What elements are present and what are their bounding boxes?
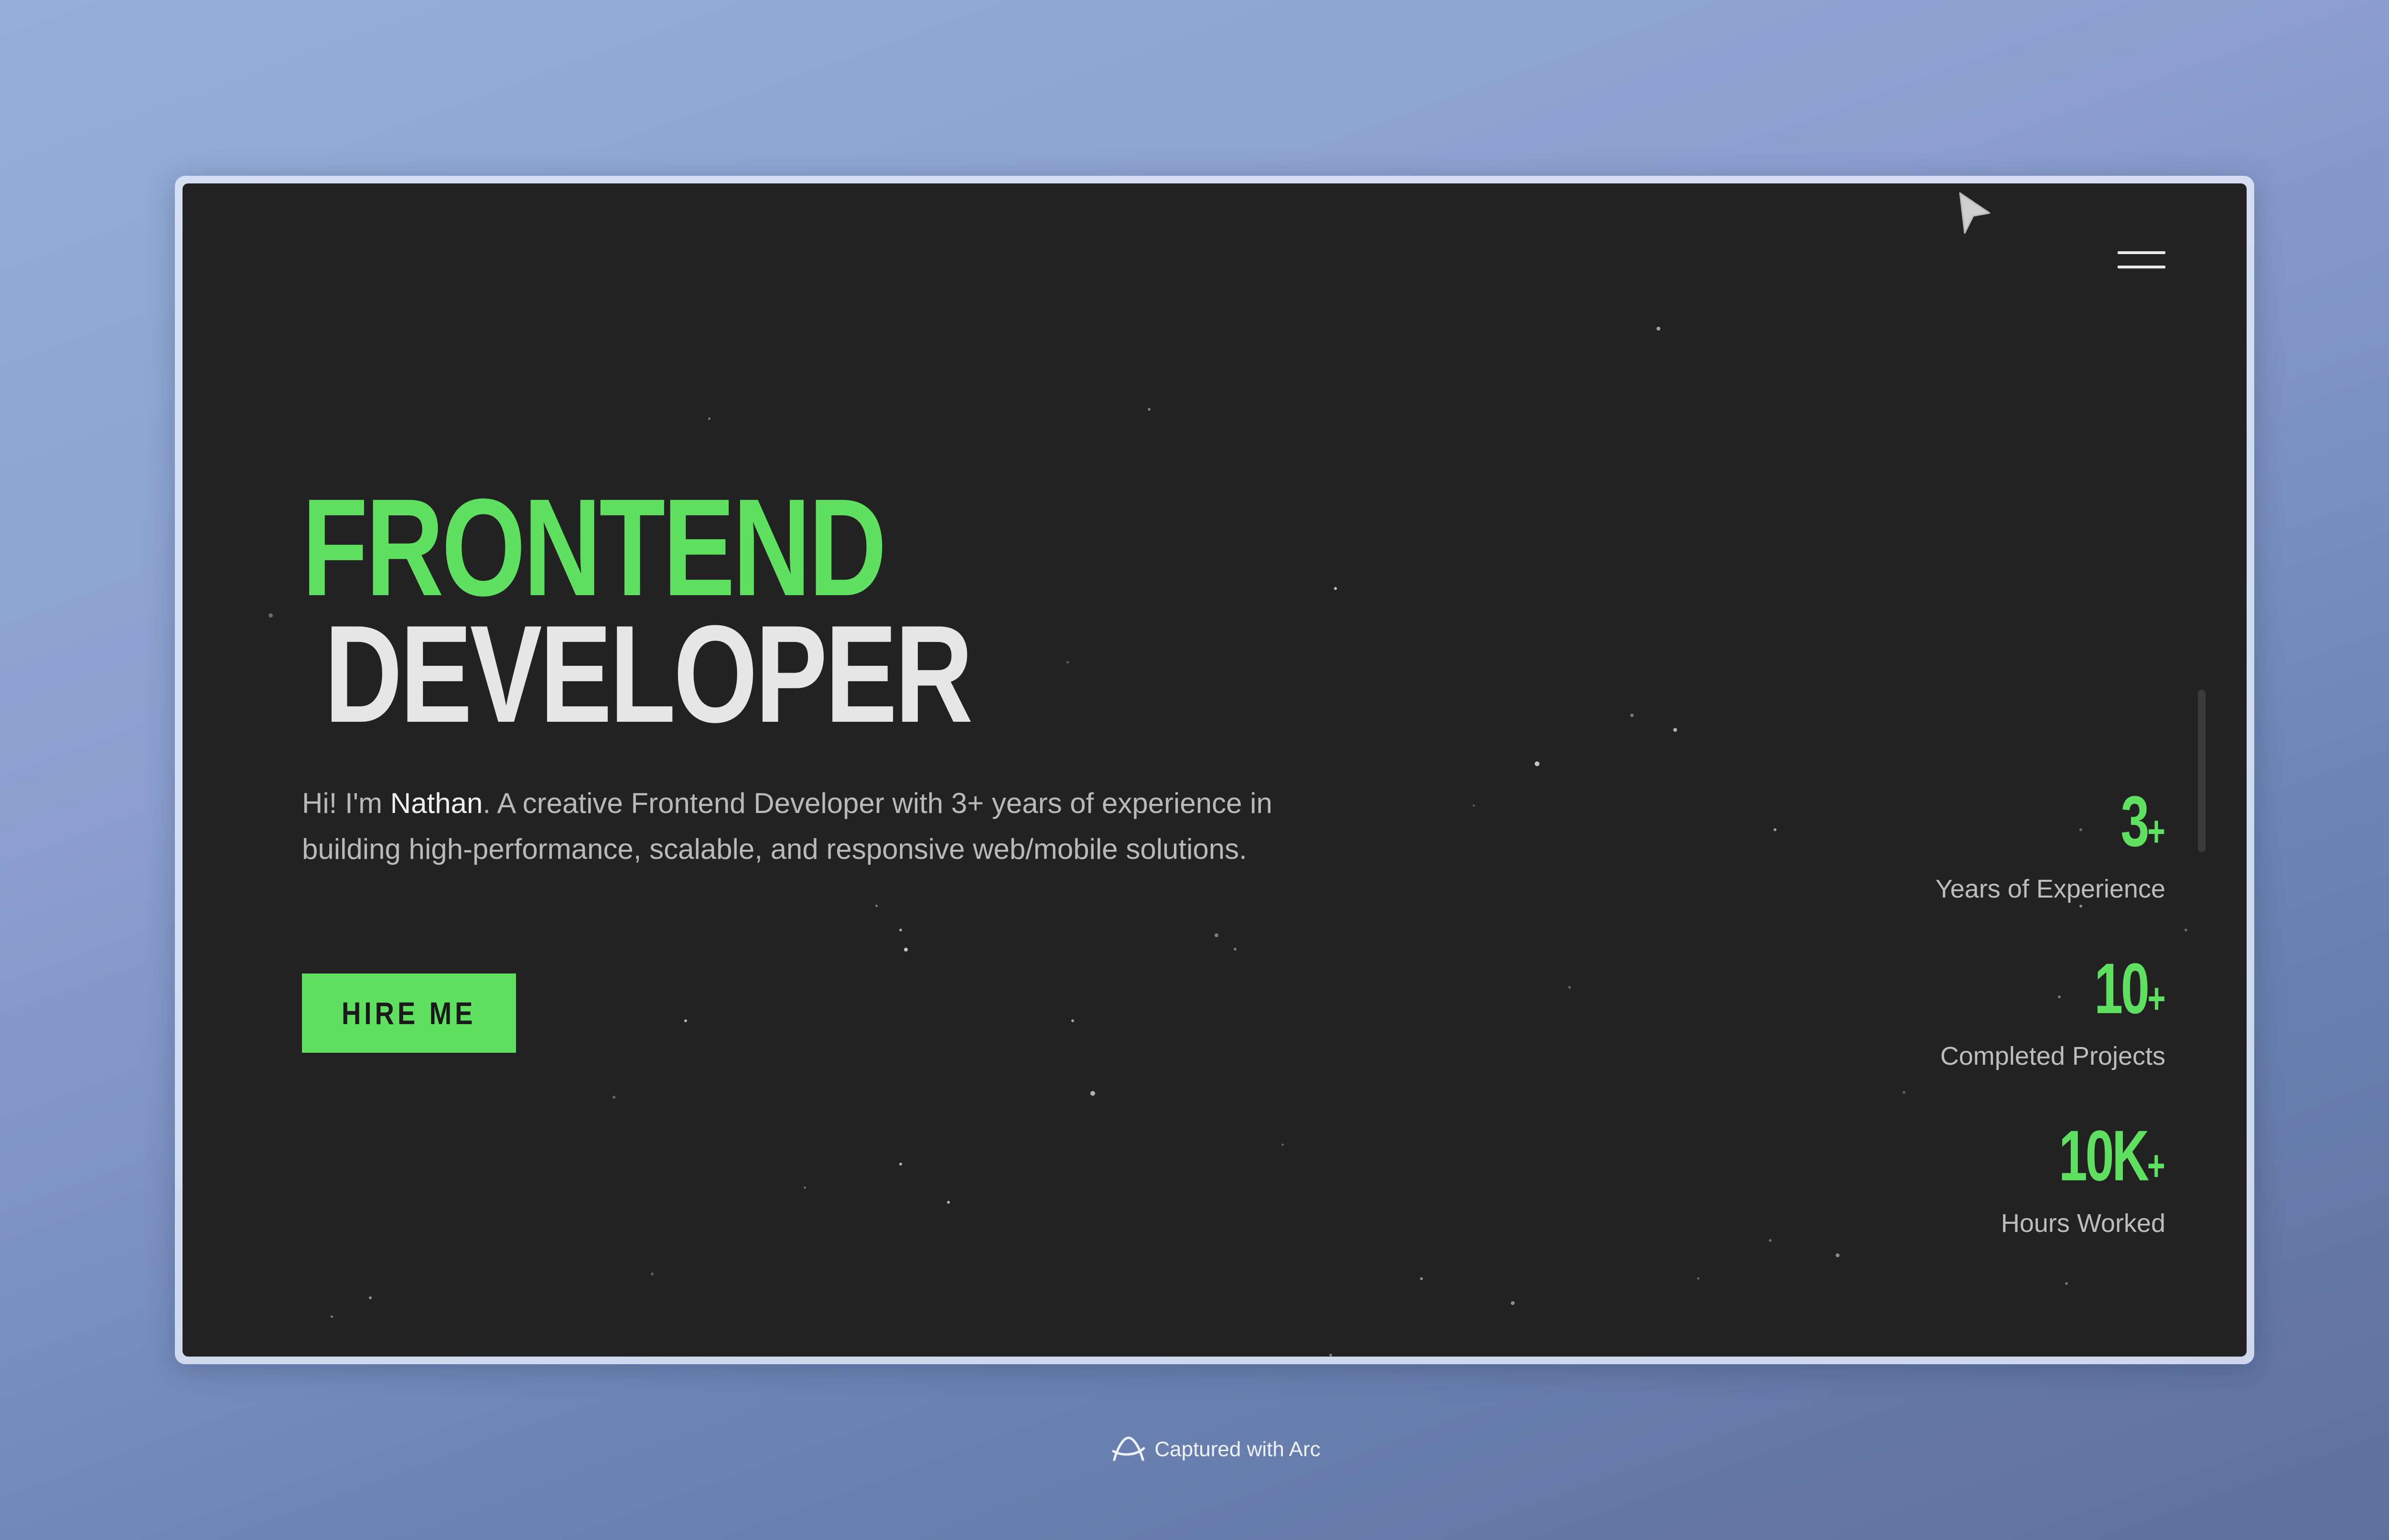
star-particle xyxy=(1630,714,1634,717)
hero-title-line-frontend: FRONTEND xyxy=(302,470,887,625)
star-particle xyxy=(1234,948,1237,951)
star-particle xyxy=(651,1273,654,1275)
star-particle xyxy=(899,1163,902,1166)
hamburger-menu-icon[interactable] xyxy=(2118,246,2167,274)
star-particle xyxy=(684,1019,687,1022)
stats-panel: 3+ Years of Experience 10+ Completed Pro… xyxy=(1735,785,2165,1287)
stat-value: 10K+ xyxy=(2058,1115,2165,1196)
star-particle xyxy=(1281,1144,1284,1146)
star-particle xyxy=(899,929,902,931)
stat-label: Hours Worked xyxy=(2001,1209,2165,1238)
star-particle xyxy=(904,948,908,952)
stat-years-experience: 3+ Years of Experience xyxy=(1735,785,2165,952)
star-particle xyxy=(1334,587,1337,590)
star-particle xyxy=(369,1296,372,1299)
star-particle xyxy=(1420,1277,1423,1280)
intro-prefix: Hi! I'm xyxy=(302,787,390,819)
star-particle xyxy=(1673,728,1677,732)
hero-title: FRONTEND DEVELOPER xyxy=(302,470,973,751)
star-particle xyxy=(1473,804,1475,807)
star-particle xyxy=(947,1201,950,1204)
stat-value: 3+ xyxy=(2120,781,2165,861)
cursor-icon xyxy=(1959,192,1991,234)
star-particle xyxy=(1568,986,1571,989)
star-particle xyxy=(708,417,710,420)
intro-name: Nathan xyxy=(390,787,483,819)
arc-logo-icon xyxy=(1112,1436,1145,1461)
capture-footer-text: Captured with Arc xyxy=(1154,1437,1321,1461)
intro-paragraph: Hi! I'm Nathan. A creative Frontend Deve… xyxy=(302,781,1329,872)
hero-title-line-developer: DEVELOPER xyxy=(324,597,973,751)
star-particle xyxy=(2185,929,2187,931)
hire-me-button[interactable]: HIRE ME xyxy=(302,973,516,1053)
scroll-indicator[interactable] xyxy=(2198,690,2206,852)
star-particle xyxy=(804,1187,806,1189)
browser-window-frame: FRONTEND DEVELOPER Hi! I'm Nathan. A cre… xyxy=(175,176,2254,1364)
stat-label: Years of Experience xyxy=(1935,875,2165,903)
star-particle xyxy=(1215,933,1218,937)
star-particle xyxy=(1066,661,1069,663)
star-particle xyxy=(1090,1091,1095,1096)
star-particle xyxy=(613,1096,615,1099)
portfolio-page: FRONTEND DEVELOPER Hi! I'm Nathan. A cre… xyxy=(183,183,2247,1357)
hire-me-label: HIRE ME xyxy=(342,995,476,1031)
stat-hours-worked: 10K+ Hours Worked xyxy=(1735,1120,2165,1287)
capture-footer: Captured with Arc xyxy=(0,1429,2389,1468)
star-particle xyxy=(1535,761,1539,766)
star-particle xyxy=(1657,327,1660,331)
stat-completed-projects: 10+ Completed Projects xyxy=(1735,952,2165,1120)
star-particle xyxy=(1511,1301,1515,1305)
star-particle xyxy=(875,905,878,907)
star-particle xyxy=(331,1315,333,1318)
star-particle xyxy=(1148,408,1151,411)
stat-value: 10+ xyxy=(2094,948,2165,1028)
star-particle xyxy=(1071,1019,1074,1022)
stat-label: Completed Projects xyxy=(1940,1042,2165,1070)
star-particle xyxy=(1697,1277,1700,1280)
star-particle xyxy=(269,613,273,618)
star-particle xyxy=(1329,1354,1332,1357)
